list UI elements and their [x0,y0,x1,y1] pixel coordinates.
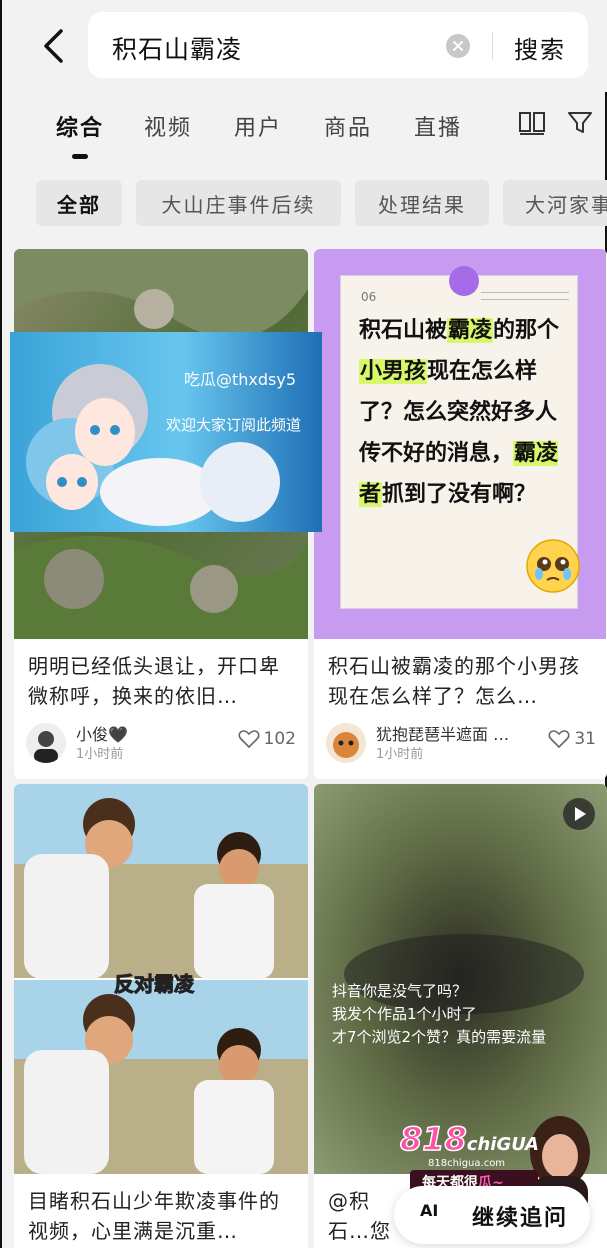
heart-icon [238,730,260,749]
pin-dot [449,266,479,296]
like-button[interactable]: 102 [238,729,296,749]
search-divider [492,32,493,60]
ai-icon: AI [420,1201,439,1220]
video-overlay-text: 抖音你是没气了吗？ 我发个作品1个小时了 才7个浏览2个赞？真的需要流量 [332,982,547,1046]
like-count: 31 [574,729,596,749]
continue-ask-label: 继续追问 [472,1206,569,1231]
search-button[interactable]: 搜索 [514,30,566,65]
chip-all[interactable]: 全部 [36,180,122,226]
tab-live[interactable]: 直播 [414,110,462,142]
heart-icon [548,730,570,749]
filter-icon[interactable] [566,110,594,136]
search-input[interactable]: 积石山霸凌 搜索 [88,12,588,78]
overlay-ad-banner[interactable]: 吃瓜@thxdsy5 欢迎大家订阅此频道 [10,332,322,532]
filter-chips: 全部 大山庄事件后续 处理结果 大河家事 [2,178,607,228]
play-icon[interactable] [563,798,595,830]
chip-result[interactable]: 处理结果 [355,180,489,226]
tab-comprehensive[interactable]: 综合 [56,110,104,142]
note-text: 积石山被霸凌的那个小男孩现在怎么样了？怎么突然好多人传不好的消息，霸凌者抓到了没… [359,318,560,507]
feed-card[interactable]: 06 积石山被霸凌的那个小男孩现在怎么样了？怎么突然好多人传不好的消息，霸凌者抓… [314,249,607,779]
promo-brand: 818chiGUA [399,1119,539,1159]
clear-icon[interactable] [446,34,470,58]
like-count: 102 [263,729,296,749]
category-tabs: 综合 视频 用户 商品 直播 [2,100,607,164]
search-query[interactable]: 积石山霸凌 [112,30,242,66]
tab-active-indicator [72,154,88,159]
tab-products[interactable]: 商品 [324,110,372,142]
chip-dahejia[interactable]: 大河家事 [503,180,607,226]
layout-toggle-icon[interactable] [518,110,546,136]
card-thumbnail: 反对霸凌 [14,784,308,1174]
card-title: 明明已经低头退让，开口卑微称呼，换来的依旧… [28,654,280,708]
overlay-ad-handle: 吃瓜@thxdsy5 [184,370,297,389]
image-caption: 反对霸凌 [114,972,195,997]
post-time: 1小时前 [376,747,424,762]
overlay-ad-subtitle: 欢迎大家订阅此频道 [166,416,302,434]
card-title: 积石山被霸凌的那个小男孩现在怎么样了？怎么… [328,654,580,708]
author-name[interactable]: 犹抱琵琶半遮面 … [376,721,509,745]
tab-video[interactable]: 视频 [144,110,192,142]
author-name[interactable]: 小俊🖤 [76,721,128,745]
search-header: 积石山霸凌 搜索 [2,0,607,92]
continue-ask-button[interactable]: AI 继续追问 [394,1186,590,1244]
app-frame: 积石山霸凌 搜索 综合 视频 用户 商品 直播 全部 大山庄事件后续 处理结果 … [0,0,607,1248]
promo-site: 818chigua.com [428,1158,506,1169]
chip-follow-up[interactable]: 大山庄事件后续 [136,180,341,226]
tab-users[interactable]: 用户 [234,110,282,142]
feed-card[interactable]: 反对霸凌 目睹积石山少年欺凌事件的视频，心里满是沉重… [14,784,308,1248]
card-thumbnail: 06 积石山被霸凌的那个小男孩现在怎么样了？怎么突然好多人传不好的消息，霸凌者抓… [314,249,606,639]
back-button[interactable] [34,26,74,66]
card-title: 目睹积石山少年欺凌事件的视频，心里满是沉重… [28,1189,280,1243]
like-button[interactable]: 31 [548,729,596,749]
card-meta: 犹抱琵琶半遮面 … 1小时前 31 [326,721,596,765]
avatar[interactable] [326,723,366,763]
note-graphic: 06 积石山被霸凌的那个小男孩现在怎么样了？怎么突然好多人传不好的消息，霸凌者抓… [340,266,580,609]
chevron-left-icon [44,29,63,63]
pleading-face-icon [526,539,580,593]
note-header-lines [481,292,569,300]
note-number: 06 [361,290,377,304]
avatar[interactable] [26,723,66,763]
post-time: 1小时前 [76,747,124,762]
card-meta: 小俊🖤 1小时前 102 [26,721,296,765]
